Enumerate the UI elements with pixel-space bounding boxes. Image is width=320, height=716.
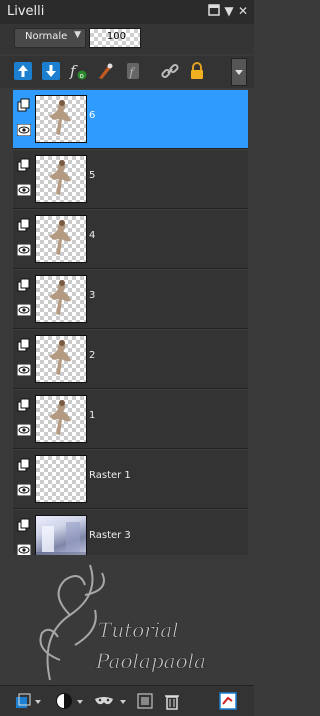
watermark-line2: Paolapaola	[95, 649, 206, 673]
layer-thumbnail	[35, 455, 87, 503]
properties-icon[interactable]	[219, 692, 237, 710]
link-icon[interactable]	[160, 61, 180, 81]
layer-type-icon[interactable]	[17, 278, 31, 292]
layer-name[interactable]: Raster 1	[89, 470, 131, 481]
svg-text:o: o	[80, 72, 84, 80]
layer-row[interactable]: 1	[13, 389, 248, 449]
move-layer-down-icon[interactable]	[41, 61, 61, 81]
layer-name[interactable]: 2	[89, 350, 95, 361]
layer-name[interactable]: 5	[89, 170, 95, 181]
panel-titlebar: Livelli ▼ ✕	[0, 0, 254, 25]
layer-type-icon[interactable]	[17, 458, 31, 472]
layer-name[interactable]: 6	[89, 110, 95, 121]
layer-thumbnail	[35, 95, 87, 143]
blend-mode-select[interactable]: Normale ▼	[14, 28, 86, 48]
layer-type-icon[interactable]	[17, 98, 31, 112]
layer-name[interactable]: 4	[89, 230, 95, 241]
layer-row[interactable]: Raster 1	[13, 449, 248, 509]
layer-name[interactable]: 1	[89, 410, 95, 421]
chevron-down-icon[interactable]	[76, 692, 84, 710]
visibility-eye-icon[interactable]	[16, 483, 32, 497]
panel-title: Livelli	[7, 4, 45, 19]
style-icon[interactable]: f	[123, 61, 143, 81]
layers-bottom-toolbar	[0, 685, 254, 716]
mask-layer-icon[interactable]	[55, 692, 73, 710]
lock-icon[interactable]	[187, 61, 207, 81]
layer-thumbnail	[35, 395, 87, 443]
layer-row[interactable]: 2	[13, 329, 248, 389]
move-layer-up-icon[interactable]	[13, 61, 33, 81]
visibility-eye-icon[interactable]	[16, 243, 32, 257]
layer-type-icon[interactable]	[17, 398, 31, 412]
opacity-field[interactable]: 100	[89, 28, 141, 48]
layer-row[interactable]: 5	[13, 149, 248, 209]
visibility-eye-icon[interactable]	[16, 123, 32, 137]
layer-type-icon[interactable]	[17, 218, 31, 232]
layer-thumbnail	[35, 335, 87, 383]
layers-toolbar: fo f	[0, 56, 254, 88]
layer-row[interactable]: 6	[13, 89, 248, 149]
layer-row[interactable]: 4	[13, 209, 248, 269]
layers-list: 6 5 4 3 2 1 Raster 1 Raster 3	[13, 89, 249, 569]
layer-name[interactable]: Raster 3	[89, 530, 131, 541]
layer-name[interactable]: 3	[89, 290, 95, 301]
toolbar-overflow-button[interactable]	[231, 58, 247, 86]
merge-icon[interactable]	[136, 692, 154, 710]
chevron-down-icon[interactable]	[34, 692, 42, 710]
brush-icon[interactable]	[95, 61, 115, 81]
close-icon[interactable]: ✕	[236, 4, 250, 18]
chevron-down-icon: ▼	[74, 30, 81, 40]
delete-icon[interactable]	[163, 692, 181, 710]
visibility-eye-icon[interactable]	[16, 363, 32, 377]
watermark-logo: Tutorial Paolapaola	[30, 555, 220, 688]
layer-options-row: Normale ▼ 100	[0, 24, 254, 54]
layer-thumbnail	[35, 275, 87, 323]
float-icon[interactable]	[207, 4, 221, 18]
visibility-eye-icon[interactable]	[16, 303, 32, 317]
layer-row[interactable]: 3	[13, 269, 248, 329]
watermark-line1: Tutorial	[98, 618, 179, 642]
menu-arrow-icon[interactable]: ▼	[222, 4, 236, 18]
new-raster-layer-icon[interactable]	[14, 692, 32, 710]
mask-icon[interactable]	[93, 692, 115, 710]
layer-type-icon[interactable]	[17, 338, 31, 352]
svg-text:f: f	[69, 62, 78, 80]
layer-type-icon[interactable]	[17, 158, 31, 172]
visibility-eye-icon[interactable]	[16, 183, 32, 197]
layer-type-icon[interactable]	[17, 518, 31, 532]
blend-mode-value: Normale	[25, 31, 68, 42]
layer-thumbnail	[35, 155, 87, 203]
opacity-value: 100	[106, 31, 126, 42]
chevron-down-icon[interactable]	[119, 692, 127, 710]
visibility-eye-icon[interactable]	[16, 423, 32, 437]
effects-icon[interactable]: fo	[68, 61, 88, 81]
layer-thumbnail	[35, 215, 87, 263]
